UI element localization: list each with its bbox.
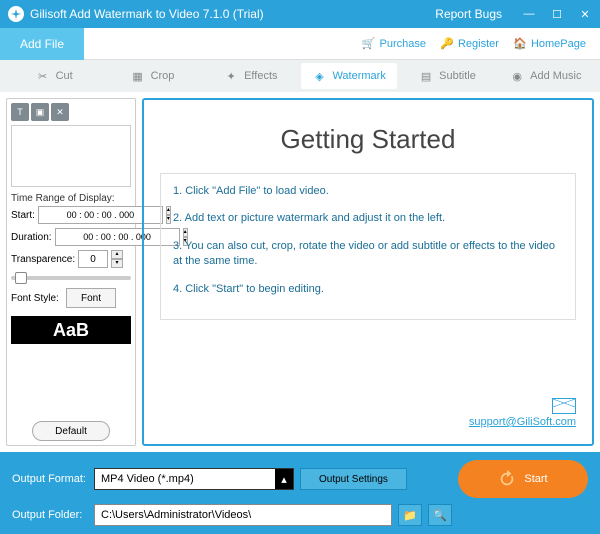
toolbar: Add File 🛒Purchase 🔑Register 🏠HomePage <box>0 28 600 60</box>
footer: Output Format: MP4 Video (*.mp4) ▴ Outpu… <box>0 452 600 534</box>
trans-up[interactable]: ▴ <box>111 250 123 259</box>
subtitle-icon: ▤ <box>419 69 433 83</box>
folder-label: Output Folder: <box>12 509 88 521</box>
tab-subtitle[interactable]: ▤Subtitle <box>399 63 495 89</box>
tab-crop[interactable]: ▦Crop <box>104 63 200 89</box>
step-4: 4. Click "Start" to begin editing. <box>173 282 563 297</box>
trans-down[interactable]: ▾ <box>111 259 123 268</box>
support-block: support@GiliSoft.com <box>160 398 576 428</box>
folder-icon: 📁 <box>403 509 417 522</box>
transparence-input[interactable] <box>78 250 108 268</box>
duration-label: Duration: <box>11 232 52 243</box>
music-icon: ◉ <box>510 69 524 83</box>
transparence-slider[interactable] <box>11 276 131 280</box>
font-button[interactable]: Font <box>66 288 116 308</box>
step-2: 2. Add text or picture watermark and adj… <box>173 211 563 226</box>
cut-icon: ✂ <box>36 69 50 83</box>
mail-icon <box>552 398 576 414</box>
titlebar: Gilisoft Add Watermark to Video 7.1.0 (T… <box>0 0 600 28</box>
add-file-button[interactable]: Add File <box>0 28 84 60</box>
format-label: Output Format: <box>12 473 88 485</box>
homepage-link[interactable]: 🏠HomePage <box>513 37 586 51</box>
tab-effects[interactable]: ✦Effects <box>203 63 299 89</box>
output-settings-button[interactable]: Output Settings <box>300 468 407 490</box>
key-icon: 🔑 <box>440 37 454 51</box>
text-watermark-button[interactable]: T <box>11 103 29 121</box>
output-folder-input[interactable] <box>94 504 392 526</box>
home-icon: 🏠 <box>513 37 527 51</box>
tab-music[interactable]: ◉Add Music <box>498 63 594 89</box>
font-sample: AaB <box>11 316 131 344</box>
maximize-button[interactable]: ☐ <box>550 7 564 21</box>
font-style-label: Font Style: <box>11 293 63 304</box>
chevron-up-icon: ▴ <box>275 469 293 489</box>
report-bugs-link[interactable]: Report Bugs <box>435 7 502 21</box>
transparence-label: Transparence: <box>11 254 75 265</box>
register-link[interactable]: 🔑Register <box>440 37 499 51</box>
purchase-link[interactable]: 🛒Purchase <box>362 37 426 51</box>
image-watermark-button[interactable]: ▣ <box>31 103 49 121</box>
slider-thumb[interactable] <box>15 272 27 284</box>
page-heading: Getting Started <box>160 124 576 155</box>
window-title: Gilisoft Add Watermark to Video 7.1.0 (T… <box>30 7 435 21</box>
output-format-select[interactable]: MP4 Video (*.mp4) ▴ <box>94 468 294 490</box>
app-logo-icon <box>8 6 24 22</box>
tabs-bar: ✂Cut ▦Crop ✦Effects ◈Watermark ▤Subtitle… <box>0 60 600 92</box>
start-label: Start: <box>11 210 35 221</box>
step-3: 3. You can also cut, crop, rotate the vi… <box>173 239 563 270</box>
refresh-icon <box>498 470 516 488</box>
delete-watermark-button[interactable]: ✕ <box>51 103 69 121</box>
search-icon: 🔍 <box>433 509 447 522</box>
tab-watermark[interactable]: ◈Watermark <box>301 63 397 89</box>
browse-folder-button[interactable]: 📁 <box>398 504 422 526</box>
close-button[interactable]: ✕ <box>578 7 592 21</box>
minimize-button[interactable]: — <box>522 7 536 21</box>
sidebar-panel: T ▣ ✕ Time Range of Display: Start: ▴▾ D… <box>6 98 136 446</box>
effects-icon: ✦ <box>224 69 238 83</box>
crop-icon: ▦ <box>131 69 145 83</box>
watermark-preview <box>11 125 131 187</box>
default-button[interactable]: Default <box>32 421 110 441</box>
tab-cut[interactable]: ✂Cut <box>6 63 102 89</box>
time-range-label: Time Range of Display: <box>11 193 131 204</box>
support-link[interactable]: support@GiliSoft.com <box>469 416 576 428</box>
main-panel: Getting Started 1. Click "Add File" to l… <box>142 98 594 446</box>
start-button[interactable]: Start <box>458 460 588 498</box>
cart-icon: 🛒 <box>362 37 376 51</box>
step-1: 1. Click "Add File" to load video. <box>173 184 563 199</box>
steps-box: 1. Click "Add File" to load video. 2. Ad… <box>160 173 576 320</box>
watermark-icon: ◈ <box>312 69 326 83</box>
open-folder-button[interactable]: 🔍 <box>428 504 452 526</box>
